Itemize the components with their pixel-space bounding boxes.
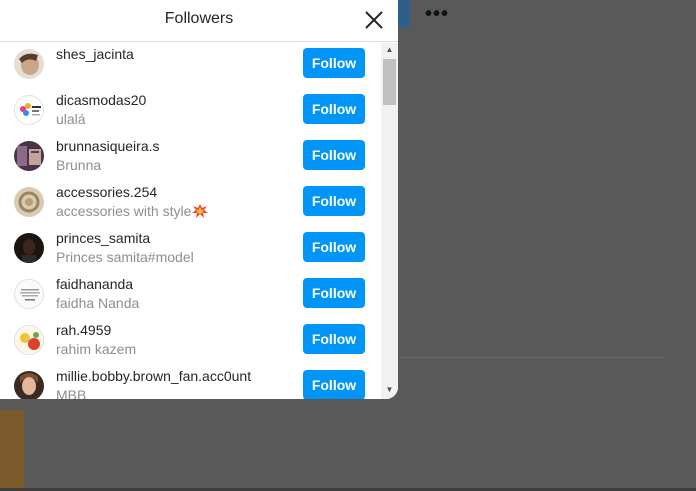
follower-fullname: rahim kazem xyxy=(56,341,137,357)
more-options-icon: ••• xyxy=(424,3,449,25)
dialog-header: Followers xyxy=(0,0,398,42)
followers-dialog: Followers shes_jacinta Follow dicasmodas… xyxy=(0,0,398,399)
avatar[interactable] xyxy=(14,279,44,309)
background-profile-button-edge xyxy=(397,0,410,28)
follow-button[interactable]: Follow xyxy=(303,278,365,308)
follower-username[interactable]: rah.4959 xyxy=(56,322,111,338)
list-item: shes_jacinta Follow xyxy=(0,43,380,89)
followers-list[interactable]: shes_jacinta Follow dicasmodas20 ulalá F… xyxy=(0,43,398,399)
list-item: dicasmodas20 ulalá Follow xyxy=(0,89,380,135)
avatar[interactable] xyxy=(14,325,44,355)
list-item: millie.bobby.brown_fan.acc0unt MBB Follo… xyxy=(0,365,380,399)
avatar[interactable] xyxy=(14,95,44,125)
follower-fullname: faidha Nanda xyxy=(56,295,140,311)
follower-username[interactable]: faidhananda xyxy=(56,276,133,292)
list-item: rah.4959 rahim kazem Follow xyxy=(0,319,380,365)
avatar[interactable] xyxy=(14,187,44,217)
follow-button[interactable]: Follow xyxy=(303,186,365,216)
follow-button[interactable]: Follow xyxy=(303,94,365,124)
follow-button[interactable]: Follow xyxy=(303,370,365,399)
follow-button[interactable]: Follow xyxy=(303,140,365,170)
follower-username[interactable]: shes_jacinta xyxy=(56,46,134,62)
list-scrollbar[interactable]: ▲ ▼ xyxy=(381,43,398,399)
list-item: accessories.254 accessories with style F… xyxy=(0,181,380,227)
avatar[interactable] xyxy=(14,233,44,263)
background-post-thumbnail xyxy=(0,410,24,488)
follow-button[interactable]: Follow xyxy=(303,324,365,354)
scrollbar-thumb[interactable] xyxy=(383,59,396,105)
follower-fullname: Princes samita#model xyxy=(56,249,194,265)
follower-username[interactable]: princes_samita xyxy=(56,230,150,246)
list-item: faidhananda faidha Nanda Follow xyxy=(0,273,380,319)
follower-fullname: MBB xyxy=(56,387,87,399)
collision-icon xyxy=(192,204,209,218)
avatar[interactable] xyxy=(14,141,44,171)
follow-button[interactable]: Follow xyxy=(303,48,365,78)
close-icon[interactable] xyxy=(362,8,386,32)
follower-fullname: Brunna xyxy=(56,157,102,173)
avatar[interactable] xyxy=(14,49,44,79)
follower-fullname: accessories with style xyxy=(56,203,209,219)
follower-fullname: ulalá xyxy=(56,111,86,127)
scroll-up-icon[interactable]: ▲ xyxy=(381,43,398,57)
avatar[interactable] xyxy=(14,371,44,399)
follower-fullname-text: accessories with style xyxy=(56,203,192,219)
list-item: brunnasiqueira.s Brunna Follow xyxy=(0,135,380,181)
follower-username[interactable]: dicasmodas20 xyxy=(56,92,146,108)
follower-username[interactable]: accessories.254 xyxy=(56,184,157,200)
scroll-down-icon[interactable]: ▼ xyxy=(381,383,398,397)
dialog-title: Followers xyxy=(164,10,234,27)
background-divider xyxy=(398,357,664,358)
list-item: princes_samita Princes samita#model Foll… xyxy=(0,227,380,273)
follower-username[interactable]: millie.bobby.brown_fan.acc0unt xyxy=(56,368,251,384)
follow-button[interactable]: Follow xyxy=(303,232,365,262)
follower-username[interactable]: brunnasiqueira.s xyxy=(56,138,160,154)
